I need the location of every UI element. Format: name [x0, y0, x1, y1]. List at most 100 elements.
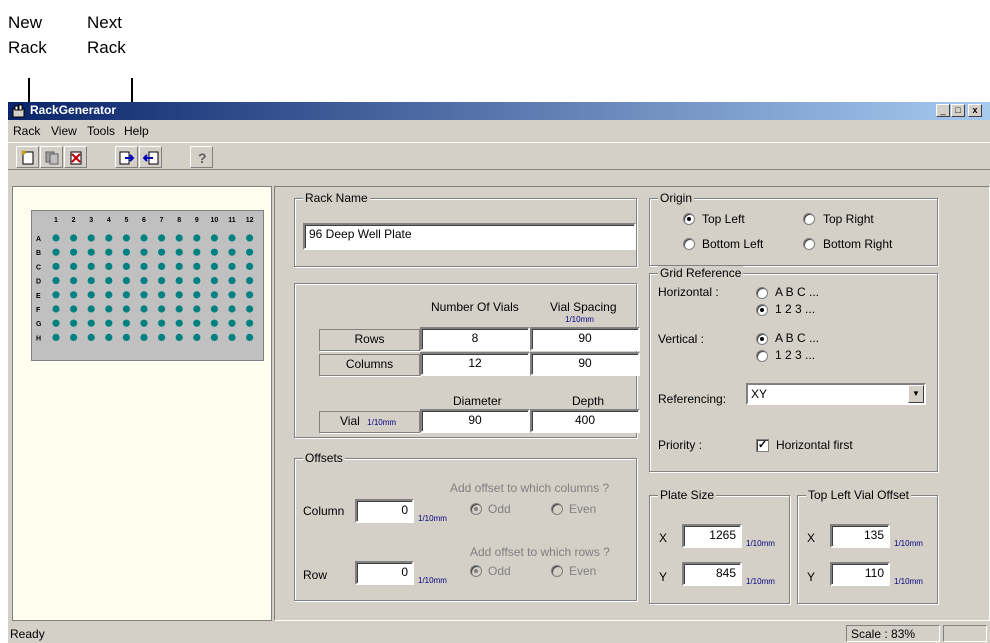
- plate-column-label: 5: [124, 217, 128, 224]
- referencing-select[interactable]: XY ▼: [746, 383, 926, 405]
- minimize-button[interactable]: _: [936, 104, 950, 117]
- origin-group-label: Origin: [658, 191, 695, 205]
- plate-well: [210, 291, 218, 299]
- callout-next-rack-line2: Rack: [87, 38, 126, 57]
- top-left-offset-x-unit: 1/10mm: [894, 539, 923, 548]
- window-title: RackGenerator: [30, 103, 117, 117]
- plate-well: [87, 305, 95, 313]
- rack-preview-pane: 1 2 3 4 5 6 7 8 9 10 11 12 A B C D E F G H: [12, 186, 272, 621]
- status-text: Ready: [10, 627, 45, 641]
- origin-top-right-radio[interactable]: [803, 213, 815, 225]
- depth-input[interactable]: 400: [530, 409, 640, 433]
- plate-well: [105, 277, 113, 285]
- plate-well: [158, 277, 166, 285]
- menu-help[interactable]: Help: [124, 124, 149, 138]
- menu-tools[interactable]: Tools: [87, 124, 115, 138]
- status-bar: Ready Scale : 83%: [8, 621, 990, 643]
- referencing-value: XY: [751, 387, 768, 401]
- rack-name-group: Rack Name 96 Deep Well Plate: [294, 191, 637, 267]
- plate-well: [210, 319, 218, 327]
- vertical-numbers-radio[interactable]: [756, 350, 768, 362]
- plate-row-label: G: [36, 321, 42, 328]
- vial-spacing-header: Vial Spacing: [550, 300, 617, 314]
- horizontal-label: Horizontal :: [658, 285, 719, 299]
- plate-well: [228, 234, 236, 242]
- rack-name-input[interactable]: 96 Deep Well Plate: [303, 223, 636, 250]
- menu-view[interactable]: View: [51, 124, 77, 138]
- vials-group: Number Of Vials Vial Spacing 1/10mm Rows…: [294, 283, 640, 438]
- help-button[interactable]: ?: [190, 146, 213, 168]
- plate-size-x-input[interactable]: 1265: [682, 524, 742, 548]
- menu-rack[interactable]: Rack: [13, 124, 40, 138]
- origin-bottom-left-radio[interactable]: [683, 238, 695, 250]
- row-even-radio[interactable]: [551, 565, 563, 577]
- plate-row-label: D: [36, 279, 41, 286]
- row-offset-input[interactable]: 0: [355, 561, 414, 585]
- vertical-letters-radio[interactable]: [756, 333, 768, 345]
- new-rack-button[interactable]: [16, 146, 39, 168]
- plate-row-label: C: [36, 264, 41, 271]
- column-offset-question: Add offset to which columns ?: [450, 481, 610, 495]
- plate-well: [52, 234, 60, 242]
- top-left-vial-offset-group-label: Top Left Vial Offset: [806, 488, 911, 502]
- plate-row-label: H: [36, 335, 41, 342]
- column-even-radio[interactable]: [551, 503, 563, 515]
- help-icon: ?: [198, 150, 207, 166]
- status-extra-cell: [943, 625, 987, 642]
- callout-new-rack-line2: Rack: [8, 38, 47, 57]
- plate-column-label: 9: [195, 217, 199, 224]
- column-odd-radio[interactable]: [470, 503, 482, 515]
- column-even-label: Even: [569, 502, 597, 516]
- columns-spacing-input[interactable]: 90: [530, 352, 640, 376]
- previous-rack-button[interactable]: [139, 146, 162, 168]
- origin-bottom-right-radio[interactable]: [803, 238, 815, 250]
- depth-header: Depth: [572, 394, 605, 408]
- top-left-offset-y-input[interactable]: 110: [830, 562, 890, 586]
- plate-well: [193, 248, 201, 256]
- plate-well: [246, 305, 254, 313]
- maximize-button[interactable]: □: [951, 104, 965, 117]
- horizontal-first-checkbox[interactable]: ✓: [756, 439, 769, 452]
- next-rack-icon: [119, 151, 135, 165]
- plate-column-label: 2: [72, 217, 76, 224]
- columns-number-input[interactable]: 12: [420, 352, 530, 376]
- copy-rack-button[interactable]: [40, 146, 63, 168]
- plate-row-label: F: [36, 307, 41, 314]
- horizontal-letters-radio[interactable]: [756, 287, 768, 299]
- delete-rack-button[interactable]: [64, 146, 87, 168]
- plate-well: [70, 234, 78, 242]
- plate-well: [52, 291, 60, 299]
- plate-well: [70, 333, 78, 341]
- close-button[interactable]: x: [968, 104, 982, 117]
- callout-next-rack-line1: Next: [87, 13, 122, 32]
- top-left-offset-x-input[interactable]: 135: [830, 524, 890, 548]
- column-offset-input[interactable]: 0: [355, 499, 414, 523]
- plate-well: [246, 333, 254, 341]
- plate-column-label: 3: [89, 217, 93, 224]
- horizontal-numbers-radio[interactable]: [756, 304, 768, 316]
- rows-spacing-input[interactable]: 90: [530, 327, 640, 351]
- plate-well: [105, 333, 113, 341]
- plate-well: [246, 319, 254, 327]
- plate-size-y-input[interactable]: 845: [682, 562, 742, 586]
- plate-well: [70, 305, 78, 313]
- grid-reference-group: Grid Reference Horizontal : A B C ... 1 …: [649, 266, 938, 472]
- number-of-vials-header: Number Of Vials: [431, 300, 519, 314]
- dropdown-arrow-icon[interactable]: ▼: [908, 385, 924, 403]
- plate-well: [140, 277, 148, 285]
- row-odd-radio[interactable]: [470, 565, 482, 577]
- plate-well: [175, 234, 183, 242]
- plate-well: [122, 333, 130, 341]
- svg-text:?: ?: [198, 150, 207, 166]
- row-offset-label: Row: [303, 568, 328, 582]
- origin-top-left-radio[interactable]: [683, 213, 695, 225]
- plate-well: [158, 333, 166, 341]
- rows-number-input[interactable]: 8: [420, 327, 530, 351]
- plate-well: [70, 319, 78, 327]
- plate-well: [210, 333, 218, 341]
- origin-top-left-label: Top Left: [702, 212, 745, 226]
- next-rack-button[interactable]: [115, 146, 138, 168]
- plate-well: [246, 234, 254, 242]
- plate-well: [158, 291, 166, 299]
- diameter-input[interactable]: 90: [420, 409, 530, 433]
